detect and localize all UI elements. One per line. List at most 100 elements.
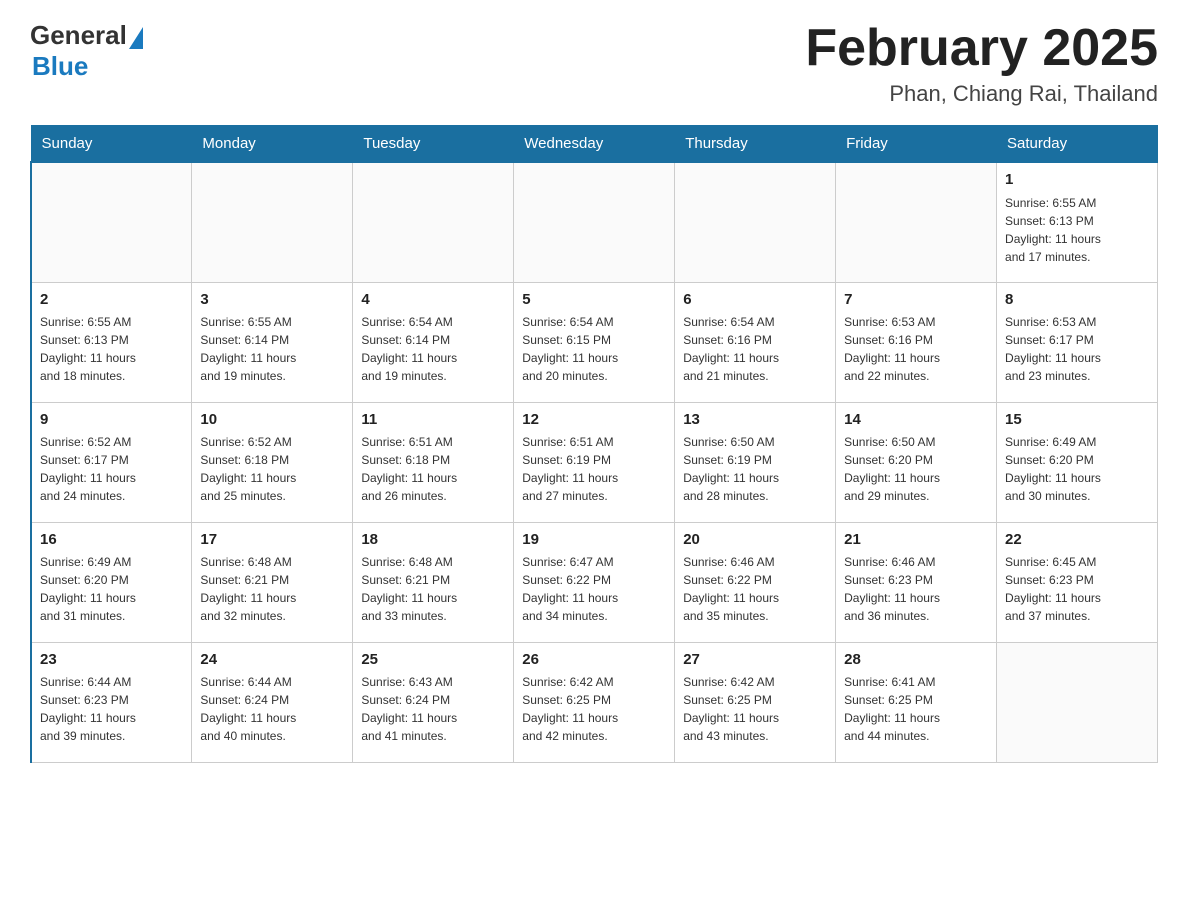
- weekday-header-friday: Friday: [836, 126, 997, 163]
- day-info: Sunrise: 6:42 AM Sunset: 6:25 PM Dayligh…: [522, 673, 666, 745]
- calendar-cell: 6Sunrise: 6:54 AM Sunset: 6:16 PM Daylig…: [675, 282, 836, 402]
- calendar-cell: [836, 162, 997, 282]
- logo: General Blue: [30, 20, 145, 82]
- location-title: Phan, Chiang Rai, Thailand: [805, 81, 1158, 107]
- day-info: Sunrise: 6:45 AM Sunset: 6:23 PM Dayligh…: [1005, 553, 1149, 625]
- calendar-cell: [192, 162, 353, 282]
- weekday-header-saturday: Saturday: [997, 126, 1158, 163]
- calendar-cell: 2Sunrise: 6:55 AM Sunset: 6:13 PM Daylig…: [31, 282, 192, 402]
- day-number: 16: [40, 529, 183, 551]
- calendar-cell: 1 Sunrise: 6:55 AM Sunset: 6:13 PM Daylig…: [997, 162, 1158, 282]
- calendar-cell: 13Sunrise: 6:50 AM Sunset: 6:19 PM Dayli…: [675, 402, 836, 522]
- month-title: February 2025: [805, 20, 1158, 77]
- day-info: Sunrise: 6:50 AM Sunset: 6:19 PM Dayligh…: [683, 433, 827, 505]
- day-number: 28: [844, 649, 988, 671]
- title-area: February 2025 Phan, Chiang Rai, Thailand: [805, 20, 1158, 107]
- calendar-week-row: 1 Sunrise: 6:55 AM Sunset: 6:13 PM Daylig…: [31, 162, 1158, 282]
- calendar-cell: 3Sunrise: 6:55 AM Sunset: 6:14 PM Daylig…: [192, 282, 353, 402]
- day-number: 7: [844, 289, 988, 311]
- weekday-header-wednesday: Wednesday: [514, 126, 675, 163]
- day-info: Sunrise: 6:55 AM Sunset: 6:13 PM Dayligh…: [1005, 194, 1149, 266]
- day-info: Sunrise: 6:43 AM Sunset: 6:24 PM Dayligh…: [361, 673, 505, 745]
- calendar-table: SundayMondayTuesdayWednesdayThursdayFrid…: [30, 125, 1158, 763]
- calendar-cell: [997, 642, 1158, 762]
- day-info: Sunrise: 6:44 AM Sunset: 6:23 PM Dayligh…: [40, 673, 183, 745]
- calendar-cell: 16Sunrise: 6:49 AM Sunset: 6:20 PM Dayli…: [31, 522, 192, 642]
- calendar-cell: 28Sunrise: 6:41 AM Sunset: 6:25 PM Dayli…: [836, 642, 997, 762]
- day-number: 4: [361, 289, 505, 311]
- calendar-cell: 12Sunrise: 6:51 AM Sunset: 6:19 PM Dayli…: [514, 402, 675, 522]
- day-number: 8: [1005, 289, 1149, 311]
- day-number: 3: [200, 289, 344, 311]
- day-number: 25: [361, 649, 505, 671]
- day-info: Sunrise: 6:54 AM Sunset: 6:14 PM Dayligh…: [361, 313, 505, 385]
- logo-triangle-icon: [129, 27, 143, 49]
- calendar-cell: [353, 162, 514, 282]
- calendar-cell: 9Sunrise: 6:52 AM Sunset: 6:17 PM Daylig…: [31, 402, 192, 522]
- day-number: 5: [522, 289, 666, 311]
- calendar-cell: 21Sunrise: 6:46 AM Sunset: 6:23 PM Dayli…: [836, 522, 997, 642]
- calendar-week-row: 2Sunrise: 6:55 AM Sunset: 6:13 PM Daylig…: [31, 282, 1158, 402]
- calendar-week-row: 23Sunrise: 6:44 AM Sunset: 6:23 PM Dayli…: [31, 642, 1158, 762]
- day-number: 2: [40, 289, 183, 311]
- calendar-cell: 10Sunrise: 6:52 AM Sunset: 6:18 PM Dayli…: [192, 402, 353, 522]
- calendar-cell: 4Sunrise: 6:54 AM Sunset: 6:14 PM Daylig…: [353, 282, 514, 402]
- day-number: 23: [40, 649, 183, 671]
- day-info: Sunrise: 6:41 AM Sunset: 6:25 PM Dayligh…: [844, 673, 988, 745]
- calendar-week-row: 16Sunrise: 6:49 AM Sunset: 6:20 PM Dayli…: [31, 522, 1158, 642]
- day-info: Sunrise: 6:53 AM Sunset: 6:17 PM Dayligh…: [1005, 313, 1149, 385]
- calendar-cell: 15Sunrise: 6:49 AM Sunset: 6:20 PM Dayli…: [997, 402, 1158, 522]
- day-number: 27: [683, 649, 827, 671]
- day-info: Sunrise: 6:52 AM Sunset: 6:18 PM Dayligh…: [200, 433, 344, 505]
- calendar-cell: 26Sunrise: 6:42 AM Sunset: 6:25 PM Dayli…: [514, 642, 675, 762]
- day-info: Sunrise: 6:54 AM Sunset: 6:15 PM Dayligh…: [522, 313, 666, 385]
- calendar-cell: 23Sunrise: 6:44 AM Sunset: 6:23 PM Dayli…: [31, 642, 192, 762]
- day-info: Sunrise: 6:49 AM Sunset: 6:20 PM Dayligh…: [1005, 433, 1149, 505]
- day-info: Sunrise: 6:48 AM Sunset: 6:21 PM Dayligh…: [361, 553, 505, 625]
- day-number: 11: [361, 409, 505, 431]
- day-info: Sunrise: 6:49 AM Sunset: 6:20 PM Dayligh…: [40, 553, 183, 625]
- day-number: 9: [40, 409, 183, 431]
- day-info: Sunrise: 6:48 AM Sunset: 6:21 PM Dayligh…: [200, 553, 344, 625]
- logo-blue-text: Blue: [32, 51, 145, 82]
- day-info: Sunrise: 6:46 AM Sunset: 6:22 PM Dayligh…: [683, 553, 827, 625]
- day-number: 1: [1005, 169, 1149, 191]
- day-info: Sunrise: 6:46 AM Sunset: 6:23 PM Dayligh…: [844, 553, 988, 625]
- calendar-header: SundayMondayTuesdayWednesdayThursdayFrid…: [31, 126, 1158, 163]
- logo-general-text: General: [30, 20, 127, 51]
- calendar-cell: 8Sunrise: 6:53 AM Sunset: 6:17 PM Daylig…: [997, 282, 1158, 402]
- day-number: 26: [522, 649, 666, 671]
- day-info: Sunrise: 6:53 AM Sunset: 6:16 PM Dayligh…: [844, 313, 988, 385]
- calendar-cell: [675, 162, 836, 282]
- calendar-cell: 14Sunrise: 6:50 AM Sunset: 6:20 PM Dayli…: [836, 402, 997, 522]
- calendar-week-row: 9Sunrise: 6:52 AM Sunset: 6:17 PM Daylig…: [31, 402, 1158, 522]
- weekday-header-row: SundayMondayTuesdayWednesdayThursdayFrid…: [31, 126, 1158, 163]
- calendar-cell: 25Sunrise: 6:43 AM Sunset: 6:24 PM Dayli…: [353, 642, 514, 762]
- day-number: 24: [200, 649, 344, 671]
- day-number: 19: [522, 529, 666, 551]
- day-info: Sunrise: 6:54 AM Sunset: 6:16 PM Dayligh…: [683, 313, 827, 385]
- calendar-cell: 17Sunrise: 6:48 AM Sunset: 6:21 PM Dayli…: [192, 522, 353, 642]
- day-number: 20: [683, 529, 827, 551]
- calendar-body: 1 Sunrise: 6:55 AM Sunset: 6:13 PM Daylig…: [31, 162, 1158, 762]
- day-number: 15: [1005, 409, 1149, 431]
- day-info: Sunrise: 6:52 AM Sunset: 6:17 PM Dayligh…: [40, 433, 183, 505]
- calendar-cell: 24Sunrise: 6:44 AM Sunset: 6:24 PM Dayli…: [192, 642, 353, 762]
- calendar-cell: 27Sunrise: 6:42 AM Sunset: 6:25 PM Dayli…: [675, 642, 836, 762]
- day-number: 18: [361, 529, 505, 551]
- day-info: Sunrise: 6:42 AM Sunset: 6:25 PM Dayligh…: [683, 673, 827, 745]
- day-number: 6: [683, 289, 827, 311]
- weekday-header-monday: Monday: [192, 126, 353, 163]
- weekday-header-sunday: Sunday: [31, 126, 192, 163]
- day-number: 21: [844, 529, 988, 551]
- day-number: 22: [1005, 529, 1149, 551]
- calendar-cell: 18Sunrise: 6:48 AM Sunset: 6:21 PM Dayli…: [353, 522, 514, 642]
- day-info: Sunrise: 6:51 AM Sunset: 6:18 PM Dayligh…: [361, 433, 505, 505]
- day-number: 14: [844, 409, 988, 431]
- calendar-cell: [514, 162, 675, 282]
- page-header: General Blue February 2025 Phan, Chiang …: [30, 20, 1158, 107]
- calendar-cell: 20Sunrise: 6:46 AM Sunset: 6:22 PM Dayli…: [675, 522, 836, 642]
- day-info: Sunrise: 6:50 AM Sunset: 6:20 PM Dayligh…: [844, 433, 988, 505]
- day-info: Sunrise: 6:55 AM Sunset: 6:13 PM Dayligh…: [40, 313, 183, 385]
- calendar-cell: 11Sunrise: 6:51 AM Sunset: 6:18 PM Dayli…: [353, 402, 514, 522]
